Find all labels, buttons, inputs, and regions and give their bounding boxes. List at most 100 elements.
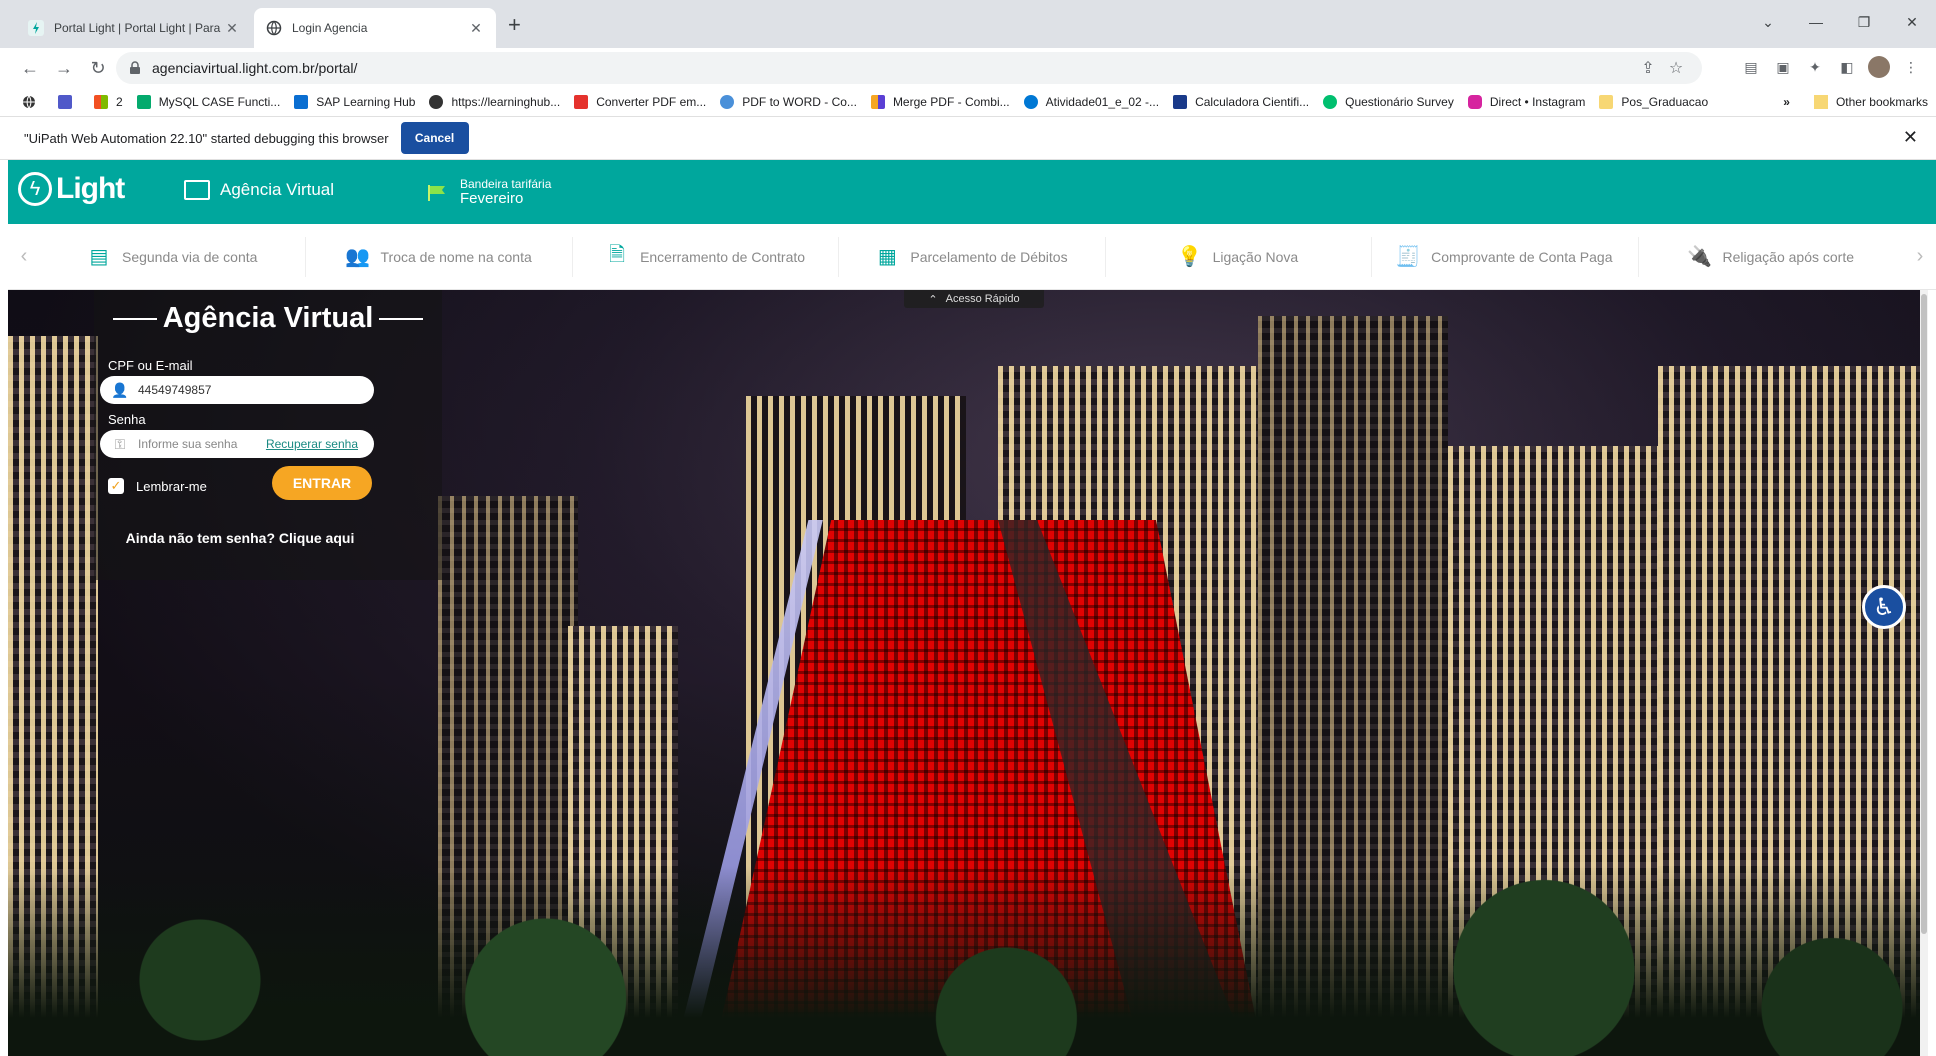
user-icon: 👤 [111,381,129,398]
browser-tabstrip: Portal Light | Portal Light | Para E ✕ L… [0,0,1936,48]
logo-text: Light [56,172,125,205]
service-segunda-via[interactable]: ▤ Segunda via de conta [40,236,307,277]
folder-icon [1813,95,1828,109]
service-religacao[interactable]: 🔌 Religação após corte [1639,237,1904,277]
agencia-label: Agência Virtual [220,180,335,199]
windows-icon [94,95,108,109]
globe-icon [429,95,444,109]
bookmark-item[interactable]: Converter PDF em... [574,95,706,109]
close-icon[interactable]: ✕ [224,20,240,37]
bookmark-item[interactable]: Pos_Graduacao [1599,95,1708,109]
trees-image [8,866,1928,1056]
create-password-link[interactable]: Ainda não tem senha? Clique aqui [94,530,386,546]
chevron-up-icon: ⌃ [928,293,938,306]
agencia-virtual-link[interactable]: Agência Virtual [184,180,334,200]
bookmark-item[interactable]: Questionário Survey [1323,95,1454,109]
address-bar[interactable]: agenciavirtual.light.com.br/portal/ ⇪ ☆ [116,52,1702,84]
tab-search-icon[interactable]: ⌄ [1744,8,1792,36]
bookmark-item[interactable]: Calculadora Cientifi... [1173,95,1309,109]
folder-icon [1599,95,1614,109]
restore-button[interactable]: ❐ [1840,8,1888,36]
plug-icon: 🔌 [1687,246,1712,268]
bookmark-item[interactable]: PDF to WORD - Co... [720,95,857,109]
other-bookmarks[interactable]: Other bookmarks [1836,95,1928,109]
bookmarks-overflow-area: » Other bookmarks [1783,88,1928,116]
light-logo[interactable]: ϟ Light [18,172,125,206]
bandeira-tarifaria[interactable]: Bandeira tarifária Fevereiro [428,178,551,207]
bookmark-label: Merge PDF - Combi... [892,95,1010,109]
bookmark-item[interactable]: Direct • Instagram [1467,95,1585,109]
close-window-button[interactable]: ✕ [1888,8,1936,36]
login-title: Agência Virtual [94,302,442,335]
minimize-button[interactable]: — [1792,8,1840,36]
close-icon[interactable]: ✕ [468,20,484,37]
bookmark-item[interactable]: SAP Learning Hub [294,95,415,109]
scrollbar-thumb[interactable] [1921,294,1927,934]
web-page: ϟ Light Agência Virtual Bandeira tarifár… [8,160,1936,1056]
bookmark-item[interactable]: Atividade01_e_02 -... [1023,95,1159,109]
url-text[interactable]: agenciavirtual.light.com.br/portal/ [152,60,1634,76]
bookmark-item[interactable]: 2 [94,95,123,109]
reload-icon[interactable]: ↻ [82,52,114,84]
loop-icon [720,95,735,109]
back-icon[interactable]: ← [14,52,46,84]
bookmark-label: Questionário Survey [1345,95,1454,109]
cancel-button[interactable]: Cancel [400,122,469,154]
chevron-right-icon[interactable]: › [1904,245,1936,268]
close-icon[interactable]: ✕ [1903,127,1918,148]
service-ligacao-nova[interactable]: 💡 Ligação Nova [1106,236,1373,277]
password-input[interactable]: ⚿ Informe sua senha Recuperar senha [100,430,374,458]
bandeira-value: Fevereiro [460,190,524,207]
bookmark-item[interactable]: Merge PDF - Combi... [870,95,1010,109]
senha-label: Senha [108,412,146,427]
pdf-icon [574,95,589,109]
bookmark-label: MySQL CASE Functi... [158,95,281,109]
service-encerramento[interactable]: 🗎 Encerramento de Contrato [573,236,840,277]
bookmark-star-icon[interactable]: ☆ [1662,58,1690,78]
remember-me[interactable]: ✓ Lembrar-me [108,478,207,494]
extension-icon[interactable]: ▤ [1740,56,1762,78]
bookmark-label: Pos_Graduacao [1621,95,1709,109]
service-parcelamento[interactable]: ▦ Parcelamento de Débitos [839,236,1106,277]
globe-icon [266,20,282,36]
service-troca-nome[interactable]: 👥 Troca de nome na conta [306,236,573,277]
side-panel-icon[interactable]: ◧ [1836,56,1858,78]
teams-icon [58,95,72,109]
puzzle-icon[interactable]: ✦ [1804,56,1826,78]
instagram-icon [1467,95,1482,109]
service-label: Comprovante de Conta Paga [1431,248,1613,265]
tab-portal-light[interactable]: Portal Light | Portal Light | Para E ✕ [16,8,252,48]
bookmark-label: 2 [116,95,123,109]
bookmark-item[interactable]: MySQL CASE Functi... [136,95,281,109]
bookmark-item[interactable]: https://learninghub... [429,95,560,109]
entrar-button[interactable]: ENTRAR [272,466,372,500]
bookmark-item[interactable] [58,95,80,109]
bookmark-label: Calculadora Cientifi... [1195,95,1310,109]
service-comprovante[interactable]: 🧾 Comprovante de Conta Paga [1372,236,1639,277]
page-scrollbar[interactable] [1920,290,1928,1056]
recuperar-senha-link[interactable]: Recuperar senha [266,437,358,451]
hero-background: ⌃ Acesso Rápido Agência Virtual CPF ou E… [8,290,1928,1056]
window-controls: ⌄ — ❐ ✕ [1744,8,1936,36]
remember-checkbox[interactable]: ✓ [108,478,124,494]
profile-avatar[interactable] [1868,56,1890,78]
acesso-rapido-toggle[interactable]: ⌃ Acesso Rápido [904,290,1044,308]
light-favicon-icon [28,20,44,36]
service-label: Segunda via de conta [121,248,258,265]
cloud-icon [1023,95,1038,109]
forward-icon[interactable]: → [48,52,80,84]
bookmarks-overflow-button[interactable]: » [1783,95,1790,109]
users-icon: 👥 [345,246,370,268]
cpf-input[interactable]: 👤 44549749857 [100,376,374,404]
accessibility-icon[interactable]: ♿ [1862,585,1906,629]
menu-icon[interactable]: ⋮ [1900,56,1922,78]
chevron-left-icon[interactable]: ‹ [8,245,40,268]
lightbulb-icon: 💡 [1177,246,1203,268]
bookmark-item[interactable] [22,95,44,109]
extension-icon[interactable]: ▣ [1772,56,1794,78]
share-icon[interactable]: ⇪ [1634,58,1662,78]
new-tab-button[interactable]: + [508,14,521,36]
calc-icon [1173,95,1188,109]
tab-login-agencia[interactable]: Login Agencia ✕ [254,8,496,48]
service-label: Ligação Nova [1212,248,1299,265]
